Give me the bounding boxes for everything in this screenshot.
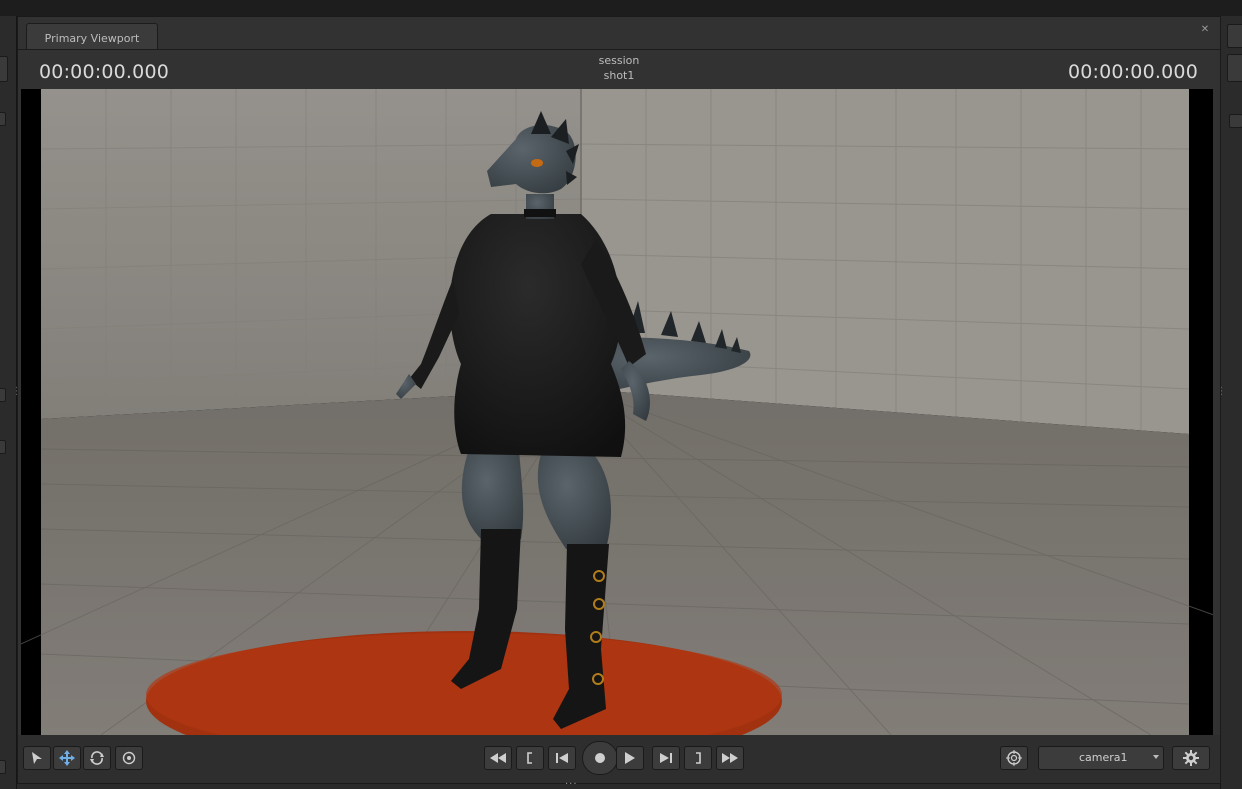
left-dock-button[interactable] — [0, 112, 6, 126]
left-dock-button[interactable] — [0, 760, 6, 774]
left-leg — [461, 449, 524, 539]
move-icon[interactable] — [53, 746, 81, 770]
target-icon[interactable] — [1000, 746, 1028, 770]
camera-select[interactable]: camera1 — [1038, 746, 1164, 770]
left-splitter-grip[interactable]: ⋮ — [12, 387, 22, 404]
character-eye — [531, 159, 543, 167]
3d-viewport[interactable] — [21, 89, 1213, 735]
rotate-icon[interactable] — [83, 746, 111, 770]
next-frame-icon[interactable] — [652, 746, 680, 770]
close-icon[interactable]: ✕ — [1200, 25, 1210, 35]
camera-select-value: camera1 — [1079, 751, 1128, 764]
letterbox-right — [1189, 89, 1213, 735]
left-dock: ⋮ — [0, 16, 22, 789]
rewind-icon[interactable] — [484, 746, 512, 770]
right-dock-button[interactable] — [1227, 24, 1242, 48]
primary-viewport-panel: Primary Viewport ✕ 00:00:00.000 session … — [17, 16, 1221, 784]
tab-divider — [18, 49, 1220, 50]
chevron-down-icon — [1153, 755, 1159, 759]
timecode-right: 00:00:00.000 — [1067, 61, 1198, 83]
mark-in-icon[interactable] — [516, 746, 544, 770]
fast-forward-icon[interactable] — [716, 746, 744, 770]
previous-frame-icon[interactable] — [548, 746, 576, 770]
session-label: session — [598, 54, 640, 67]
right-dock-button[interactable] — [1229, 114, 1242, 128]
left-dock-button[interactable] — [0, 388, 6, 402]
mark-out-icon[interactable] — [684, 746, 712, 770]
scale-icon[interactable] — [115, 746, 143, 770]
right-dock: ⋮ — [1216, 16, 1242, 789]
tab-primary-viewport[interactable]: Primary Viewport — [26, 23, 158, 50]
select-arrow-icon[interactable] — [23, 746, 51, 770]
viewport-scene — [21, 89, 1213, 735]
gear-icon[interactable] — [1172, 746, 1210, 770]
viewport-toolbar: camera1 — [18, 735, 1220, 783]
play-icon[interactable] — [616, 746, 644, 770]
left-dock-button[interactable] — [0, 56, 8, 82]
bottom-splitter-grip[interactable]: ... — [565, 777, 578, 787]
top-bar — [0, 0, 1242, 17]
shot-label: shot1 — [603, 69, 635, 82]
letterbox-left — [21, 89, 41, 735]
home-icon[interactable] — [1227, 54, 1242, 82]
left-dock-button[interactable] — [0, 440, 6, 454]
record-icon[interactable] — [582, 741, 618, 775]
character-collar — [524, 209, 556, 217]
